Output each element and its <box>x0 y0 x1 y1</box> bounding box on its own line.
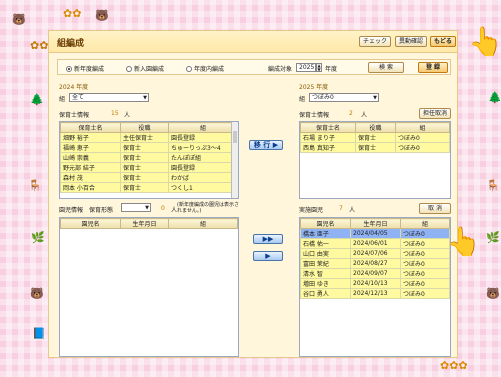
column-header: 組 <box>395 122 450 133</box>
page-title: 組編成 <box>57 39 85 49</box>
bear-icon: 🐻 <box>486 287 500 300</box>
main-window: 組編成 チェック 異動確認 もどる 新年度編成 新入園編成 年度内編成 編成対象… <box>48 30 458 358</box>
left-staff-table: 保育士名 役職 組 畑野 裕子 主任保育士 園長登録 福崎 恵子 保育士 ちゅーりっぷ3… <box>59 121 239 199</box>
left-child-table: 園児名 生年月日 組 <box>59 217 239 357</box>
implemented-count-value: 7 <box>339 205 343 212</box>
move-staff-button[interactable]: 移 行 ▶ <box>249 140 283 150</box>
flower-icon: ✿✿ <box>30 39 49 52</box>
title-bar: 組編成 チェック 異動確認 もどる <box>49 31 457 53</box>
leaf-icon: 🌿 <box>486 231 500 244</box>
chevron-down-icon: ▼ <box>145 205 149 211</box>
bear-icon: 🐻 <box>12 13 26 26</box>
implemented-children-label: 実施園児 <box>299 207 324 214</box>
move-one-button[interactable]: ▶ <box>253 251 283 261</box>
cancel-child-button[interactable]: 取 消 <box>419 203 451 214</box>
table-row[interactable]: 山崎 崇義 保育士 たんぽぽ組 <box>60 152 238 163</box>
flower-icon: ✿✿✿ <box>440 359 468 372</box>
scrollbar[interactable] <box>231 122 238 198</box>
radio-dot <box>66 66 72 72</box>
child-note: (新年度編成の園児は表示されません。) <box>177 202 239 214</box>
left-class-select[interactable]: 全て ▼ <box>69 93 149 102</box>
register-button[interactable]: 登 録 <box>418 62 448 73</box>
left-year-label: 2024 年度 <box>59 84 89 91</box>
target-year-input[interactable]: 2025 <box>296 63 316 72</box>
right-class-label: 組 <box>299 96 306 103</box>
table-row[interactable]: 岡本 小百合 保育士 つくし1 <box>60 182 238 193</box>
table-row[interactable]: 石場 まり子 保育士 つぼみ0 <box>300 132 450 143</box>
bench-icon: 🪑 <box>28 179 42 192</box>
table-row[interactable]: 橋本 亜子 2024/04/05 つぼみ0 <box>300 228 450 239</box>
right-child-table: 園児名 生年月日 組 橋本 亜子 2024/04/05 つぼみ0 石橋 佑一 2024… <box>299 217 451 357</box>
history-button[interactable]: 異動確認 <box>395 36 427 47</box>
column-header: 役職 <box>355 122 396 133</box>
column-header: 組 <box>400 218 450 229</box>
right-count-label: 保育士情報 <box>299 112 330 119</box>
bench-icon: 🪑 <box>486 179 500 192</box>
column-header: 保育士名 <box>60 122 121 133</box>
implemented-count-unit: 人 <box>349 207 356 214</box>
care-type-select[interactable]: ▼ <box>121 203 151 212</box>
table-row[interactable]: 森村 茂保育士 わかば <box>60 172 238 183</box>
table-row[interactable]: 増田 ゆき 2024/10/13 つぼみ0 <box>300 278 450 289</box>
mode-radio-in-year[interactable]: 年度内編成 <box>186 64 224 73</box>
pointer-hand-icon: 👆 <box>468 25 501 58</box>
tree-icon: 🌲 <box>488 91 501 104</box>
right-count-value: 2 <box>349 110 353 117</box>
mode-radio-new-entry[interactable]: 新入園編成 <box>126 64 164 73</box>
right-count-unit: 人 <box>361 112 368 119</box>
table-row[interactable]: 清水 智 2024/09/07 つぼみ0 <box>300 268 450 279</box>
tree-icon: 🌲 <box>30 93 44 106</box>
chevron-down-icon: ▼ <box>373 95 377 101</box>
mode-radio-new-year[interactable]: 新年度編成 <box>66 64 104 73</box>
column-header: 組 <box>168 122 238 133</box>
table-row[interactable]: 畑野 裕子 主任保育士 園長登録 <box>60 132 238 143</box>
left-count-value: 15 <box>111 110 119 117</box>
bear-icon: 🐻 <box>95 9 109 22</box>
column-header: 生年月日 <box>350 218 401 229</box>
column-header: 生年月日 <box>120 218 169 229</box>
cancel-homeroom-button[interactable]: 担任取消 <box>419 108 451 119</box>
check-button[interactable]: チェック <box>359 36 391 47</box>
column-header: 園児名 <box>300 218 351 229</box>
left-count-unit: 人 <box>124 112 131 119</box>
target-year-label: 編成対象 <box>268 66 293 73</box>
table-row[interactable]: 福崎 恵子 保育士 ちゅーりっぷ3～4 <box>60 142 238 153</box>
book-icon: 📘 <box>32 327 46 340</box>
year-suffix: 年度 <box>325 66 338 73</box>
bear-icon: 🐻 <box>30 287 44 300</box>
radio-dot <box>126 66 132 72</box>
move-all-button[interactable]: ▶▶ <box>253 234 283 244</box>
care-type-label: 保育形態 <box>89 207 114 214</box>
mode-bar: 新年度編成 新入園編成 年度内編成 編成対象 2025 ▲ ▼ 年度 検 索 登 … <box>57 59 451 75</box>
table-row[interactable]: 富田 茉紀 2024/08/27 つぼみ0 <box>300 258 450 269</box>
column-header: 組 <box>168 218 238 229</box>
radio-dot <box>186 66 192 72</box>
left-count-label: 保育士情報 <box>59 112 90 119</box>
year-spinner[interactable]: ▲ ▼ <box>316 63 322 72</box>
right-staff-table: 保育士名 役職 組 石場 まり子 保育士 つぼみ0 西島 真知子 保育士 つぼみ0 <box>299 121 451 199</box>
chevron-down-icon: ▼ <box>143 95 147 101</box>
child-info-label: 園児情報 <box>59 207 84 214</box>
back-button[interactable]: もどる <box>430 36 456 47</box>
column-header: 役職 <box>120 122 169 133</box>
table-row[interactable]: 山口 由実 2024/07/06 つぼみ0 <box>300 248 450 259</box>
search-button[interactable]: 検 索 <box>368 62 404 73</box>
left-class-label: 組 <box>59 96 66 103</box>
flower-icon: ✿✿ <box>63 7 82 20</box>
right-class-select[interactable]: つぼみ0 ▼ <box>309 93 379 102</box>
child-count-value: 0 <box>161 205 165 212</box>
column-header: 園児名 <box>60 218 121 229</box>
right-year-label: 2025 年度 <box>299 84 329 91</box>
table-row[interactable]: 西島 真知子 保育士 つぼみ0 <box>300 142 450 153</box>
pointer-hand-icon: 👆 <box>446 225 481 258</box>
column-header: 保育士名 <box>300 122 356 133</box>
table-row[interactable]: 野元部 結子 保育士 園長登録 <box>60 162 238 173</box>
leaf-icon: 🌿 <box>31 231 45 244</box>
table-row[interactable]: 谷口 勇人 2024/12/13 つぼみ0 <box>300 288 450 299</box>
table-row[interactable]: 石橋 佑一 2024/06/01 つぼみ0 <box>300 238 450 249</box>
